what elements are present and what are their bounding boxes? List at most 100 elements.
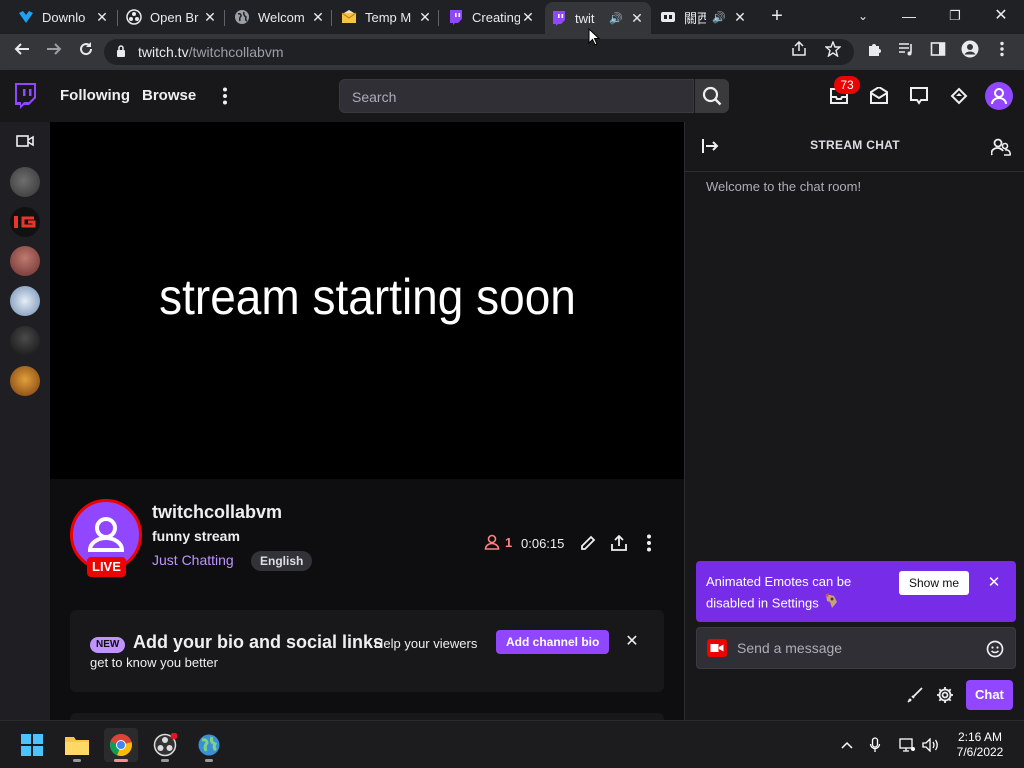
mod-sword-icon[interactable] xyxy=(904,683,926,707)
live-badge: LIVE xyxy=(87,557,126,577)
followed-channel-avatar[interactable] xyxy=(10,246,40,276)
profile-icon[interactable] xyxy=(958,40,982,64)
followed-channel-avatar[interactable] xyxy=(10,326,40,356)
search-icon xyxy=(702,86,722,106)
browser-tab[interactable]: Temp M ✕ xyxy=(335,4,439,30)
community-users-icon[interactable] xyxy=(990,137,1011,157)
extensions-puzzle-icon[interactable] xyxy=(862,40,886,64)
obs-icon[interactable] xyxy=(148,728,182,762)
nav-browse[interactable]: Browse xyxy=(142,87,196,104)
emote-icon xyxy=(822,592,840,616)
browser-tab[interactable]: Downlo ✕ xyxy=(12,4,116,30)
add-bio-card: NEW Add your bio and social links Help y… xyxy=(70,610,664,692)
browser-tab[interactable]: Creating ✕ xyxy=(442,4,542,30)
send-chat-button[interactable]: Chat xyxy=(966,680,1013,710)
stream-chat-panel: STREAM CHAT Welcome to the chat room! An… xyxy=(684,122,1024,720)
video-camera-icon[interactable] xyxy=(16,134,34,148)
tray-chevron-up-icon[interactable] xyxy=(838,736,856,754)
whispers-mail-icon[interactable] xyxy=(867,84,891,108)
tab-separator xyxy=(438,10,439,26)
url-path: /twitchcollabvm xyxy=(188,44,284,60)
media-icon xyxy=(660,9,676,25)
chat-message-input[interactable]: Send a message xyxy=(696,627,1016,669)
animated-emotes-promo: Animated Emotes can be disabled in Setti… xyxy=(696,561,1016,622)
followed-channel-avatar[interactable] xyxy=(10,207,40,237)
promo-text: Animated Emotes can be disabled in Setti… xyxy=(706,571,886,616)
speaker-icon[interactable]: 🔊 xyxy=(712,11,726,24)
tab-title: Creating xyxy=(472,9,520,25)
twitch-icon xyxy=(448,9,464,25)
emote-picker-smiley-icon[interactable] xyxy=(986,640,1004,658)
user-avatar[interactable] xyxy=(985,82,1013,110)
lock-icon[interactable] xyxy=(116,44,126,60)
clock-time: 2:16 AM xyxy=(957,730,1003,744)
open-broadcaster-icon xyxy=(126,9,142,25)
tab-close-icon[interactable]: ✕ xyxy=(732,9,748,26)
reload-button[interactable] xyxy=(74,40,98,64)
search-input[interactable]: Search xyxy=(339,79,694,113)
file-explorer-icon[interactable] xyxy=(60,728,94,762)
clock-date: 7/6/2022 xyxy=(956,745,1004,759)
chat-settings-gear-icon[interactable] xyxy=(934,683,956,707)
windows-start-icon[interactable] xyxy=(15,728,49,762)
browser-tab[interactable]: 關西 🔊 ✕ xyxy=(654,4,754,30)
more-menu-icon[interactable] xyxy=(213,84,237,108)
prime-crown-icon[interactable] xyxy=(947,84,971,108)
tab-title: 關西 xyxy=(684,10,707,26)
followed-channel-avatar[interactable] xyxy=(10,366,40,396)
volume-speaker-icon[interactable] xyxy=(922,736,940,754)
viewer-count: 1 xyxy=(484,534,512,550)
tab-separator xyxy=(331,10,332,26)
tab-close-icon[interactable]: ✕ xyxy=(629,10,645,27)
restore-button[interactable]: ❐ xyxy=(932,2,978,30)
close-window-button[interactable]: ✕ xyxy=(978,2,1024,30)
media-control-icon[interactable] xyxy=(894,40,918,64)
new-tab-button[interactable]: + xyxy=(766,4,788,28)
tab-close-icon[interactable]: ✕ xyxy=(202,9,218,26)
edit-pencil-icon[interactable] xyxy=(577,532,599,554)
share-icon[interactable] xyxy=(786,39,812,65)
language-tag[interactable]: English xyxy=(251,551,313,571)
browser-tab[interactable]: Welcom ✕ xyxy=(228,4,332,30)
close-icon[interactable]: ✕ xyxy=(983,571,1005,595)
bookmark-star-icon[interactable] xyxy=(820,39,846,65)
address-bar[interactable]: twitch.tv/twitchcollabvm xyxy=(104,39,854,65)
browser-tab[interactable]: Open Br ✕ xyxy=(120,4,224,30)
followed-channel-avatar[interactable] xyxy=(10,167,40,197)
bio-card-heading: Add your bio and social links xyxy=(133,632,384,652)
chat-bubble-icon[interactable] xyxy=(907,84,931,108)
channel-name[interactable]: twitchcollabvm xyxy=(152,502,282,523)
tab-close-icon[interactable]: ✕ xyxy=(417,9,433,26)
tab-close-icon[interactable]: ✕ xyxy=(310,9,326,26)
globe-app-icon[interactable] xyxy=(192,728,226,762)
show-me-button[interactable]: Show me xyxy=(899,571,970,595)
speaker-icon[interactable]: 🔊 xyxy=(609,12,623,25)
more-options-icon[interactable] xyxy=(638,532,660,554)
browser-menu-icon[interactable] xyxy=(990,40,1014,64)
nav-following[interactable]: Following xyxy=(60,87,130,104)
add-channel-bio-button[interactable]: Add channel bio xyxy=(496,630,610,654)
minimize-button[interactable]: — xyxy=(886,2,932,30)
tab-title: Welcom xyxy=(258,9,305,25)
camera-bits-icon[interactable] xyxy=(707,639,727,657)
followed-channel-avatar[interactable] xyxy=(10,286,40,316)
chrome-icon[interactable] xyxy=(104,728,138,762)
side-panel-icon[interactable] xyxy=(926,40,950,64)
twitch-logo[interactable] xyxy=(13,83,37,109)
back-button[interactable] xyxy=(10,40,34,64)
tab-separator xyxy=(224,10,225,26)
search-button[interactable] xyxy=(695,79,729,113)
microphone-icon[interactable] xyxy=(866,736,884,754)
forward-button[interactable] xyxy=(42,40,66,64)
network-monitor-icon[interactable] xyxy=(898,736,916,754)
tab-close-icon[interactable]: ✕ xyxy=(94,9,110,26)
tab-close-icon[interactable]: ✕ xyxy=(520,9,536,26)
tab-search-chevron-icon[interactable]: ⌄ xyxy=(840,2,886,30)
system-clock[interactable]: 2:16 AM 7/6/2022 xyxy=(948,730,1012,760)
share-upload-icon[interactable] xyxy=(608,532,630,554)
mouse-cursor xyxy=(588,27,601,46)
close-icon[interactable]: ✕ xyxy=(621,630,643,654)
stream-category-link[interactable]: Just Chatting xyxy=(152,552,234,568)
tab-separator xyxy=(117,10,118,26)
video-player[interactable]: stream starting soon xyxy=(50,122,684,479)
